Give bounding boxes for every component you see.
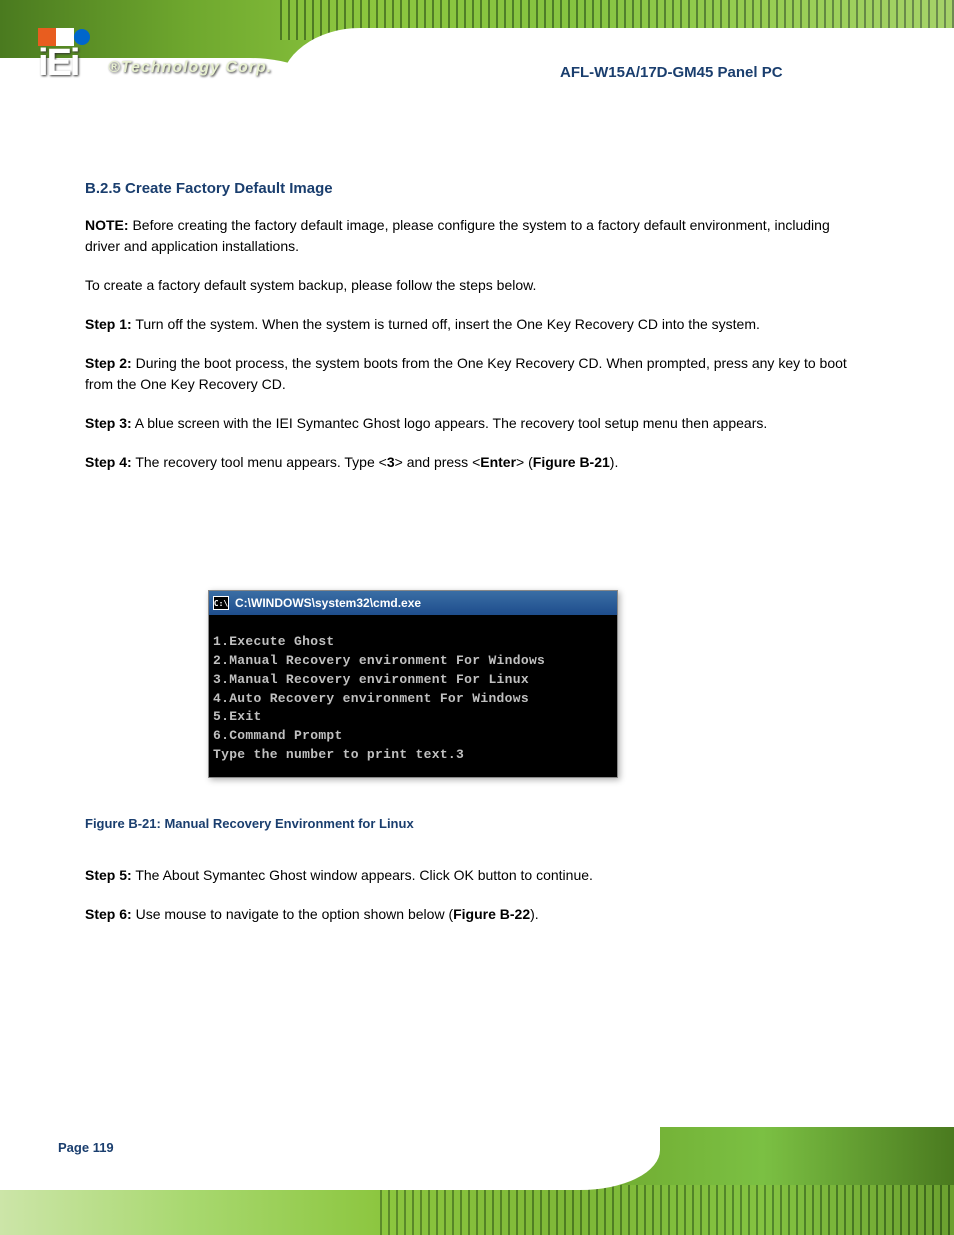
- lower-content: Step 5: The About Symantec Ghost window …: [85, 865, 865, 943]
- note-text: Before creating the factory default imag…: [85, 217, 830, 254]
- cmd-titlebar: C:\ C:\WINDOWS\system32\cmd.exe: [209, 591, 617, 615]
- step4-text-d: ).: [610, 454, 619, 470]
- step4-label: Step 4:: [85, 454, 132, 470]
- step4: Step 4: The recovery tool menu appears. …: [85, 452, 865, 473]
- cmd-line-2: 2.Manual Recovery environment For Window…: [213, 652, 613, 671]
- step3-text: A blue screen with the IEI Symantec Ghos…: [132, 415, 768, 431]
- page-label: Page: [58, 1140, 93, 1155]
- section-heading: B.2.5 Create Factory Default Image: [85, 178, 865, 201]
- step5: Step 5: The About Symantec Ghost window …: [85, 865, 865, 886]
- product-title: AFL-W15A/17D-GM45 Panel PC: [560, 64, 783, 81]
- step6-figref: Figure B-22: [453, 906, 530, 922]
- cmd-icon: C:\: [213, 596, 229, 610]
- step6-text-b: ).: [530, 906, 539, 922]
- step1: Step 1: Turn off the system. When the sy…: [85, 314, 865, 335]
- step4-enter: Enter: [480, 454, 516, 470]
- step2-label: Step 2:: [85, 355, 132, 371]
- cmd-line-5: 5.Exit: [213, 708, 613, 727]
- cmd-line-4: 4.Auto Recovery environment For Windows: [213, 690, 613, 709]
- step3-label: Step 3:: [85, 415, 132, 431]
- cmd-title-text: C:\WINDOWS\system32\cmd.exe: [235, 596, 421, 610]
- page-header-band: [0, 0, 954, 111]
- note-paragraph: NOTE: Before creating the factory defaul…: [85, 215, 865, 257]
- step5-label: Step 5:: [85, 867, 132, 883]
- step6: Step 6: Use mouse to navigate to the opt…: [85, 904, 865, 925]
- step6-label: Step 6:: [85, 906, 132, 922]
- step1-text: Turn off the system. When the system is …: [132, 316, 760, 332]
- step4-text-a: The recovery tool menu appears. Type <: [132, 454, 387, 470]
- step2: Step 2: During the boot process, the sys…: [85, 353, 865, 395]
- step6-text-a: Use mouse to navigate to the option show…: [132, 906, 453, 922]
- note-label: NOTE:: [85, 217, 129, 233]
- step2-text: During the boot process, the system boot…: [85, 355, 847, 392]
- cmd-line-6: 6.Command Prompt: [213, 727, 613, 746]
- step1-label: Step 1:: [85, 316, 132, 332]
- step4-key: 3: [387, 454, 395, 470]
- page-num: 119: [93, 1140, 114, 1155]
- step4-text-c: > (: [516, 454, 533, 470]
- cmd-line-1: 1.Execute Ghost: [213, 633, 613, 652]
- logo-text: iEi: [38, 42, 90, 85]
- page-number: Page 119: [58, 1140, 114, 1155]
- cmd-window: C:\ C:\WINDOWS\system32\cmd.exe 1.Execut…: [208, 590, 618, 778]
- step3: Step 3: A blue screen with the IEI Syman…: [85, 413, 865, 434]
- reg-mark: ®: [108, 59, 121, 76]
- page-content: B.2.5 Create Factory Default Image NOTE:…: [85, 150, 865, 491]
- iei-logo: iEi: [38, 28, 90, 85]
- cmd-body: 1.Execute Ghost 2.Manual Recovery enviro…: [209, 615, 617, 777]
- cmd-line-3: 3.Manual Recovery environment For Linux: [213, 671, 613, 690]
- footer-traces: [380, 1185, 954, 1235]
- logo-tagline: ®Technology Corp.: [108, 59, 272, 77]
- cmd-line-7: Type the number to print text.3: [213, 746, 613, 765]
- figure-caption: Figure B-21: Manual Recovery Environment…: [85, 816, 414, 831]
- page-footer-band: [0, 1127, 954, 1235]
- step4-text-b: > and press <: [395, 454, 481, 470]
- footer-swoop: [0, 1127, 660, 1190]
- step5-text: The About Symantec Ghost window appears.…: [132, 867, 593, 883]
- intro-paragraph: To create a factory default system backu…: [85, 275, 865, 296]
- step4-figref: Figure B-21: [533, 454, 610, 470]
